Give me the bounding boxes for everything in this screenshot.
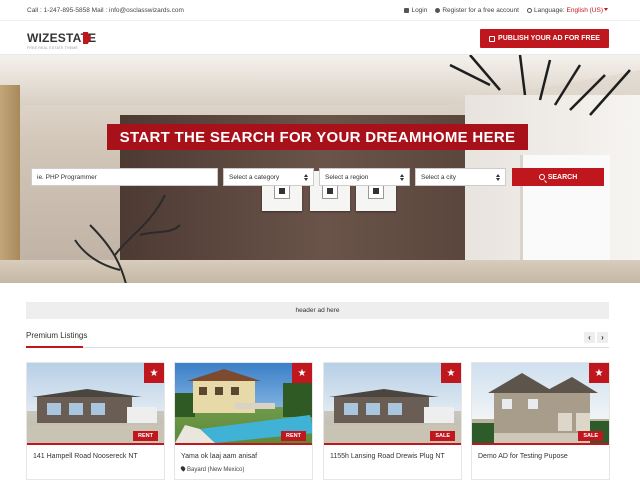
listing-card[interactable]: ★ RENT Yama ok laaj aam anisaf Bayard (N… bbox=[174, 362, 313, 480]
top-bar: Call : 1-247-895-5858 Mail : info@osclas… bbox=[0, 0, 640, 21]
prev-button[interactable]: ‹ bbox=[584, 332, 595, 343]
site-logo[interactable]: WIZESTATE FREE REAL ESTATE THEME bbox=[27, 31, 96, 50]
favorite-star-icon[interactable]: ★ bbox=[144, 363, 164, 383]
select-arrows-icon bbox=[304, 174, 308, 181]
card-accent-line bbox=[472, 443, 609, 445]
register-link[interactable]: Register for a free account bbox=[435, 7, 519, 14]
map-pin-icon bbox=[179, 465, 187, 472]
listing-card[interactable]: ★ SALE 1155h Lansing Road Drewis Plug NT bbox=[323, 362, 462, 480]
globe-icon bbox=[526, 7, 532, 13]
language-selector[interactable]: Language: English (US) bbox=[526, 7, 608, 14]
login-label: Login bbox=[411, 7, 428, 14]
listing-title[interactable]: 141 Hampell Road Noosereck NT bbox=[33, 453, 138, 460]
publish-ad-label: PUBLISH YOUR AD FOR FREE bbox=[498, 35, 600, 42]
hero-title: START THE SEARCH FOR YOUR DREAMHOME HERE bbox=[107, 124, 528, 150]
search-input[interactable]: ie. PHP Programmer bbox=[31, 168, 218, 186]
next-button[interactable]: › bbox=[597, 332, 608, 343]
top-bar-links: Login Register for a free account Langua… bbox=[404, 7, 608, 14]
region-select[interactable]: Select a region bbox=[319, 168, 410, 186]
caret-down-icon bbox=[604, 8, 608, 11]
listing-location-text: Bayard (New Mexico) bbox=[187, 467, 245, 473]
card-accent-line bbox=[27, 443, 164, 445]
register-label: Register for a free account bbox=[442, 7, 519, 14]
logo-tagline: FREE REAL ESTATE THEME bbox=[27, 46, 78, 50]
card-accent-line bbox=[175, 443, 312, 445]
select-arrows-icon bbox=[400, 174, 404, 181]
section-divider bbox=[26, 347, 609, 348]
search-icon bbox=[538, 174, 545, 180]
premium-listings-title: Premium Listings bbox=[26, 331, 88, 340]
section-divider-accent bbox=[26, 346, 83, 348]
search-button-label: SEARCH bbox=[547, 173, 578, 181]
header-ad: header ad here bbox=[26, 302, 609, 319]
user-icon bbox=[435, 7, 441, 13]
select-arrows-icon bbox=[496, 174, 500, 181]
category-select[interactable]: Select a category bbox=[223, 168, 314, 186]
edit-icon bbox=[489, 35, 496, 42]
search-button[interactable]: SEARCH bbox=[512, 168, 604, 186]
listing-location: Bayard (New Mexico) bbox=[179, 465, 245, 473]
listing-badge: SALE bbox=[430, 431, 455, 441]
hero-pillar bbox=[0, 85, 20, 283]
listing-title[interactable]: Demo AD for Testing Pupose bbox=[478, 453, 568, 460]
listing-badge: RENT bbox=[133, 431, 158, 441]
favorite-star-icon[interactable]: ★ bbox=[441, 363, 461, 383]
city-select-label: Select a city bbox=[421, 173, 457, 181]
card-accent-line bbox=[324, 443, 461, 445]
favorite-star-icon[interactable]: ★ bbox=[292, 363, 312, 383]
lock-icon bbox=[404, 7, 410, 13]
contact-info: Call : 1-247-895-5858 Mail : info@osclas… bbox=[27, 7, 184, 14]
listing-card[interactable]: ★ SALE Demo AD for Testing Pupose bbox=[471, 362, 610, 480]
listing-card[interactable]: ★ RENT 141 Hampell Road Noosereck NT bbox=[26, 362, 165, 480]
publish-ad-button[interactable]: PUBLISH YOUR AD FOR FREE bbox=[480, 29, 609, 48]
listing-title[interactable]: 1155h Lansing Road Drewis Plug NT bbox=[330, 453, 445, 460]
listing-badge: RENT bbox=[281, 431, 306, 441]
language-value: English (US) bbox=[566, 7, 603, 14]
login-link[interactable]: Login bbox=[404, 7, 427, 14]
favorite-star-icon[interactable]: ★ bbox=[589, 363, 609, 383]
language-label: Language: bbox=[533, 7, 565, 14]
category-select-label: Select a category bbox=[229, 173, 280, 181]
listing-title[interactable]: Yama ok laaj aam anisaf bbox=[181, 453, 257, 460]
site-header: WIZESTATE FREE REAL ESTATE THEME PUBLISH… bbox=[0, 21, 640, 55]
region-select-label: Select a region bbox=[325, 173, 369, 181]
listing-badge: SALE bbox=[578, 431, 603, 441]
city-select[interactable]: Select a city bbox=[415, 168, 506, 186]
